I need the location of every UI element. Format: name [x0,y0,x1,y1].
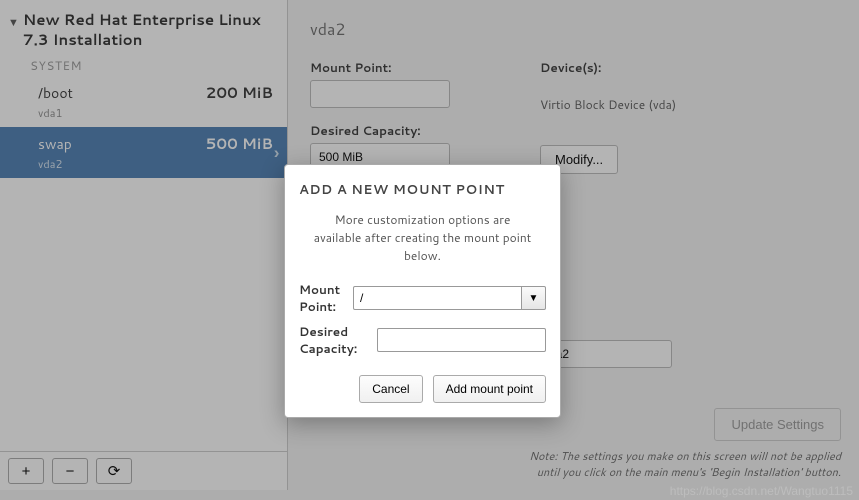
dialog-capacity-label: Desired Capacity: [299,323,371,357]
dialog-description: More customization options are available… [299,211,546,281]
add-mount-point-button[interactable]: Add mount point [433,375,546,403]
mount-point-dropdown-button[interactable]: ▼ [522,286,546,310]
cancel-button[interactable]: Cancel [359,375,422,403]
add-mount-point-dialog: ADD A NEW MOUNT POINT More customization… [284,164,561,418]
chevron-down-icon: ▼ [529,293,539,304]
dialog-mount-point-label: Mount Point: [299,281,347,315]
dialog-title: ADD A NEW MOUNT POINT [299,181,546,199]
dialog-capacity-input[interactable] [377,328,546,352]
dialog-mount-point-input[interactable] [353,286,522,310]
watermark: https://blog.csdn.net/Wangtuo1115 [670,484,853,498]
